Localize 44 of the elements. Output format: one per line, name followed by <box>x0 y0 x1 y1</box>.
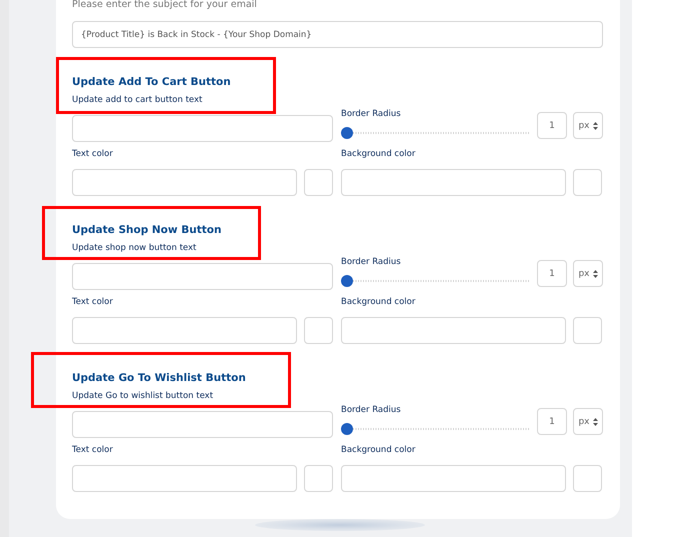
background-color-field[interactable] <box>341 169 566 196</box>
color-swatch[interactable] <box>573 465 602 492</box>
background-color-label: Background color <box>341 148 416 160</box>
color-swatch[interactable] <box>304 169 333 196</box>
section-subtitle: Update Go to wishlist button text <box>72 390 214 402</box>
updown-icon <box>592 418 598 426</box>
updown-icon <box>592 270 598 278</box>
unit-select[interactable]: px <box>573 260 603 287</box>
border-radius-label: Border Radius <box>341 256 402 268</box>
text-color-field[interactable] <box>72 465 297 492</box>
text-color-label: Text color <box>72 444 114 456</box>
section-title: Update Go To Wishlist Button <box>72 371 247 385</box>
section-title: Update Shop Now Button <box>72 223 222 237</box>
border-radius-label: Border Radius <box>341 404 402 416</box>
button-text-field[interactable] <box>72 411 333 438</box>
color-swatch[interactable] <box>573 169 602 196</box>
border-radius-label: Border Radius <box>341 108 402 120</box>
background-color-label: Background color <box>341 444 416 456</box>
unit-select[interactable]: px <box>573 112 603 139</box>
updown-icon <box>592 122 598 130</box>
color-swatch[interactable] <box>304 465 333 492</box>
border-radius-slider[interactable] <box>341 127 531 139</box>
border-radius-slider[interactable] <box>341 275 531 287</box>
text-color-label: Text color <box>72 296 114 308</box>
section-title: Update Add To Cart Button <box>72 75 232 89</box>
background-color-field[interactable] <box>341 465 566 492</box>
subject-label: Please enter the subject for your email <box>72 0 258 11</box>
text-color-label: Text color <box>72 148 114 160</box>
background-color-label: Background color <box>341 296 416 308</box>
border-radius-slider[interactable] <box>341 423 531 435</box>
radius-number-field[interactable]: 1 <box>537 260 567 287</box>
text-color-field[interactable] <box>72 169 297 196</box>
radius-number-field[interactable]: 1 <box>537 408 567 435</box>
background-color-field[interactable] <box>341 317 566 344</box>
color-swatch[interactable] <box>573 317 602 344</box>
section-subtitle: Update shop now button text <box>72 242 198 254</box>
section-subtitle: Update add to cart button text <box>72 94 204 106</box>
button-text-field[interactable] <box>72 263 333 290</box>
button-text-field[interactable] <box>72 115 333 142</box>
radius-number-field[interactable]: 1 <box>537 112 567 139</box>
text-color-field[interactable] <box>72 317 297 344</box>
color-swatch[interactable] <box>304 317 333 344</box>
unit-select[interactable]: px <box>573 408 603 435</box>
subject-field[interactable]: {Product Title} is Back in Stock - {Your Shop Domain} <box>72 21 603 48</box>
